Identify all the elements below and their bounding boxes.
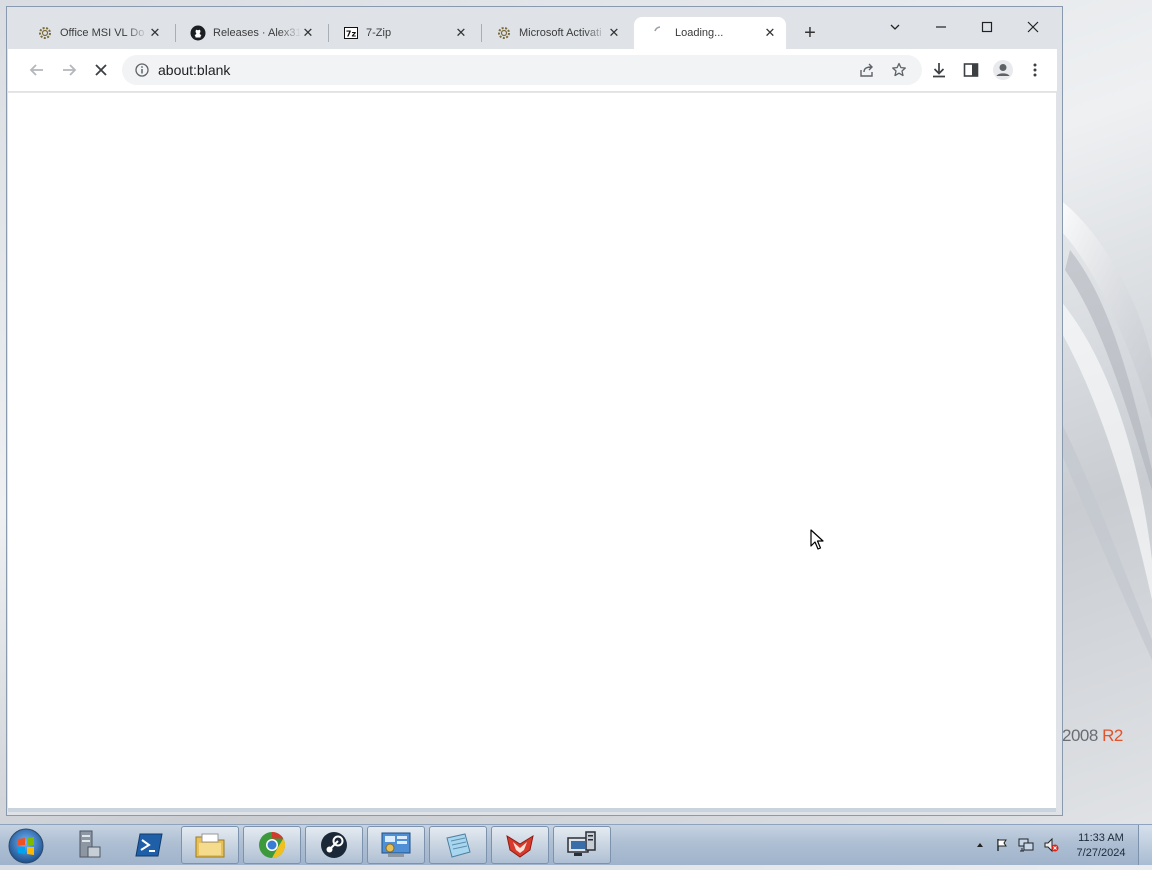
svg-text:7z: 7z xyxy=(346,30,357,39)
tab-7zip[interactable]: 7z 7-Zip ✕ xyxy=(325,17,477,49)
page-content[interactable] xyxy=(8,92,1056,809)
close-tab-icon[interactable]: ✕ xyxy=(606,25,622,41)
close-tab-icon[interactable]: ✕ xyxy=(453,25,469,41)
network-icon[interactable] xyxy=(1018,837,1034,853)
clock-date: 7/27/2024 xyxy=(1076,847,1126,859)
taskbar-control-panel[interactable] xyxy=(367,826,425,864)
chevron-up-icon xyxy=(977,843,983,847)
maximize-button[interactable] xyxy=(967,13,1007,41)
new-tab-button[interactable]: + xyxy=(799,23,821,45)
bookmark-star-icon[interactable] xyxy=(891,62,907,83)
tab-label: Releases · Alex31 xyxy=(213,27,301,39)
7zip-icon: 7z xyxy=(343,25,359,41)
address-bar[interactable]: about:blank xyxy=(122,55,922,85)
show-desktop-button[interactable] xyxy=(1138,825,1152,865)
info-icon[interactable] xyxy=(134,62,150,78)
steam-icon xyxy=(321,832,347,858)
tab-strip: Office MSI VL Do ✕ Releases · Alex31 ✕ 7… xyxy=(7,7,1062,49)
close-icon xyxy=(1027,21,1039,33)
avatar-icon xyxy=(993,60,1013,80)
remote-desktop-icon xyxy=(567,831,596,856)
control-panel-icon xyxy=(381,832,411,857)
tab-office-msi[interactable]: Office MSI VL Do ✕ xyxy=(19,17,171,49)
tab-releases[interactable]: Releases · Alex31 ✕ xyxy=(172,17,324,49)
arrow-right-icon xyxy=(63,64,77,76)
close-tab-icon[interactable]: ✕ xyxy=(147,25,163,41)
taskbar-server-manager[interactable] xyxy=(58,826,116,864)
github-icon xyxy=(190,25,206,41)
side-panel-button[interactable] xyxy=(959,58,983,82)
taskbar-remote-desktop[interactable] xyxy=(553,826,611,864)
tab-loading[interactable]: Loading... ✕ xyxy=(634,17,786,49)
taskbar-notepad[interactable] xyxy=(429,826,487,864)
close-window-button[interactable] xyxy=(1013,13,1053,41)
mouse-cursor-icon xyxy=(810,529,824,556)
start-button[interactable] xyxy=(7,827,45,865)
more-vertical-icon xyxy=(1033,63,1037,77)
back-button[interactable] xyxy=(25,58,49,82)
download-icon xyxy=(933,63,945,78)
arrow-left-icon xyxy=(29,64,43,76)
tab-label: 7-Zip xyxy=(366,27,392,39)
tab-label: Loading... xyxy=(675,27,724,39)
fox-app-icon xyxy=(506,834,534,858)
notepad-icon xyxy=(446,833,471,858)
action-center-icon[interactable] xyxy=(994,837,1010,853)
tab-search-button[interactable] xyxy=(875,13,915,41)
taskbar-file-explorer[interactable] xyxy=(181,826,239,864)
powershell-icon xyxy=(135,833,163,857)
share-icon[interactable] xyxy=(859,62,875,83)
close-tab-icon[interactable]: ✕ xyxy=(762,25,778,41)
system-clock[interactable]: 11:33 AM 7/27/2024 xyxy=(1070,831,1132,861)
profile-button[interactable] xyxy=(991,58,1015,82)
file-explorer-icon xyxy=(195,833,225,858)
stop-loading-button[interactable] xyxy=(89,58,113,82)
browser-toolbar: about:blank xyxy=(8,49,1057,91)
chrome-icon xyxy=(259,831,286,859)
tab-microsoft-activation[interactable]: Microsoft Activati ✕ xyxy=(478,17,630,49)
address-text[interactable]: about:blank xyxy=(158,62,230,78)
gear-icon xyxy=(496,25,512,41)
desktop-wallpaper xyxy=(1060,0,1152,824)
side-panel-icon xyxy=(963,63,979,77)
tab-label: Microsoft Activati xyxy=(519,27,602,39)
os-brand-logo: 2008 R2 xyxy=(1062,726,1123,745)
show-hidden-icons-button[interactable] xyxy=(972,837,988,853)
chevron-down-icon xyxy=(890,24,900,30)
window-frame-bottom xyxy=(8,808,1056,812)
close-tab-icon[interactable]: ✕ xyxy=(300,25,316,41)
tab-label: Office MSI VL Do xyxy=(60,27,145,39)
volume-muted-icon[interactable] xyxy=(1043,837,1059,853)
clock-time: 11:33 AM xyxy=(1078,832,1124,844)
downloads-button[interactable] xyxy=(927,58,951,82)
taskbar-powershell[interactable] xyxy=(120,826,178,864)
forward-button[interactable] xyxy=(57,58,81,82)
close-icon xyxy=(95,64,107,76)
loading-spinner-icon xyxy=(652,25,668,41)
minimize-button[interactable] xyxy=(921,13,961,41)
menu-button[interactable] xyxy=(1023,58,1047,82)
taskbar-chrome[interactable] xyxy=(243,826,301,864)
taskbar: 11:33 AM 7/27/2024 xyxy=(0,824,1152,865)
taskbar-steam[interactable] xyxy=(305,826,363,864)
taskbar-fox-app[interactable] xyxy=(491,826,549,864)
maximize-icon xyxy=(981,21,993,33)
minimize-icon xyxy=(936,26,946,28)
windows-logo-icon xyxy=(8,828,44,864)
server-manager-icon xyxy=(79,830,101,858)
gear-icon xyxy=(37,25,53,41)
